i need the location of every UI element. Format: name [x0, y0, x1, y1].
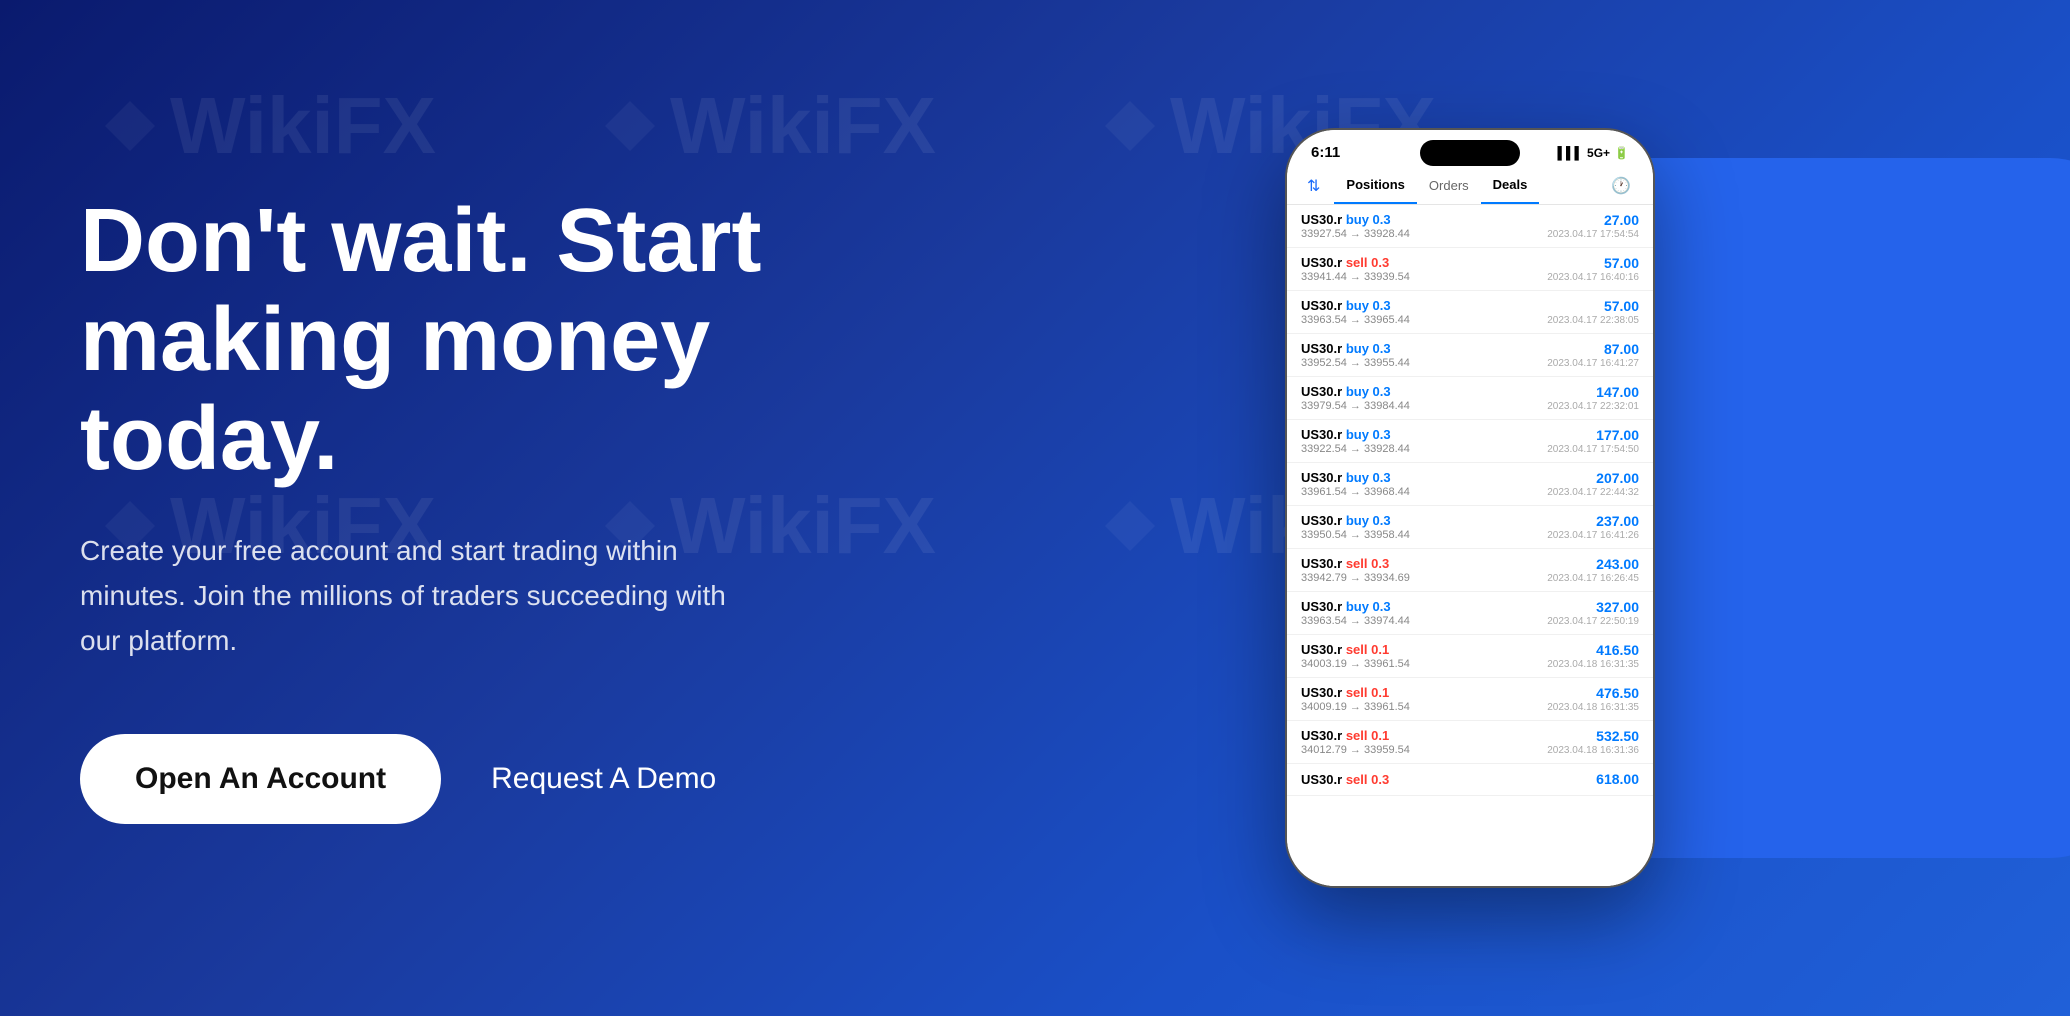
left-content: Don't wait. Start making money today. Cr…	[0, 192, 870, 823]
trade-row: US30.r sell 0.3 33942.79 → 33934.69 243.…	[1287, 549, 1653, 592]
headline: Don't wait. Start making money today.	[80, 192, 790, 489]
tab-positions[interactable]: Positions	[1334, 167, 1417, 204]
trade-row: US30.r buy 0.3 33927.54 → 33928.44 27.00…	[1287, 205, 1653, 248]
trade-row: US30.r sell 0.3 33941.44 → 33939.54 57.0…	[1287, 248, 1653, 291]
trade-row: US30.r buy 0.3 33961.54 → 33968.44 207.0…	[1287, 463, 1653, 506]
clock-icon[interactable]: 🕐	[1603, 168, 1639, 204]
phone-inner: 6:11 ▌▌▌ 5G+ 🔋 ⇅ Positions Orders Deals …	[1287, 130, 1653, 886]
cta-row: Open An Account Request A Demo	[80, 734, 790, 824]
trade-row: US30.r buy 0.3 33950.54 → 33958.44 237.0…	[1287, 506, 1653, 549]
right-content: 6:11 ▌▌▌ 5G+ 🔋 ⇅ Positions Orders Deals …	[870, 0, 2070, 1016]
trade-row: US30.r sell 0.1 34012.79 → 33959.54 532.…	[1287, 721, 1653, 764]
phone-time: 6:11	[1311, 144, 1340, 161]
trade-row: US30.r buy 0.3 33963.54 → 33974.44 327.0…	[1287, 592, 1653, 635]
open-account-button[interactable]: Open An Account	[80, 734, 441, 824]
trade-row: US30.r sell 0.1 34009.19 → 33961.54 476.…	[1287, 678, 1653, 721]
trade-row: US30.r buy 0.3 33963.54 → 33965.44 57.00…	[1287, 291, 1653, 334]
signal-bars-icon: ▌▌▌	[1558, 146, 1584, 160]
dynamic-island	[1420, 140, 1520, 166]
request-demo-button[interactable]: Request A Demo	[491, 762, 716, 796]
battery-icon: 🔋	[1614, 146, 1629, 160]
trade-row: US30.r buy 0.3 33979.54 → 33984.44 147.0…	[1287, 377, 1653, 420]
tab-deals[interactable]: Deals	[1481, 167, 1540, 204]
phone-status-bar: 6:11 ▌▌▌ 5G+ 🔋	[1287, 130, 1653, 167]
hero-section: WikiFX WikiFX WikiFX WikiFX WikiFX WikiF…	[0, 0, 2070, 1016]
filter-icon[interactable]: ⇅	[1301, 168, 1326, 204]
watermark-1: WikiFX	[100, 80, 436, 172]
trade-row: US30.r buy 0.3 33922.54 → 33928.44 177.0…	[1287, 420, 1653, 463]
trades-list: US30.r buy 0.3 33927.54 → 33928.44 27.00…	[1287, 205, 1653, 886]
tab-orders[interactable]: Orders	[1417, 168, 1481, 203]
trade-row: US30.r buy 0.3 33952.54 → 33955.44 87.00…	[1287, 334, 1653, 377]
phone-status-icons: ▌▌▌ 5G+ 🔋	[1558, 146, 1629, 160]
network-type: 5G+	[1587, 146, 1610, 160]
phone-tab-bar: ⇅ Positions Orders Deals 🕐	[1287, 167, 1653, 205]
trade-row: US30.r sell 0.1 34003.19 → 33961.54 416.…	[1287, 635, 1653, 678]
trade-row: US30.r sell 0.3 618.00	[1287, 764, 1653, 796]
phone-mockup: 6:11 ▌▌▌ 5G+ 🔋 ⇅ Positions Orders Deals …	[1285, 128, 1655, 888]
subtext: Create your free account and start tradi…	[80, 529, 760, 663]
